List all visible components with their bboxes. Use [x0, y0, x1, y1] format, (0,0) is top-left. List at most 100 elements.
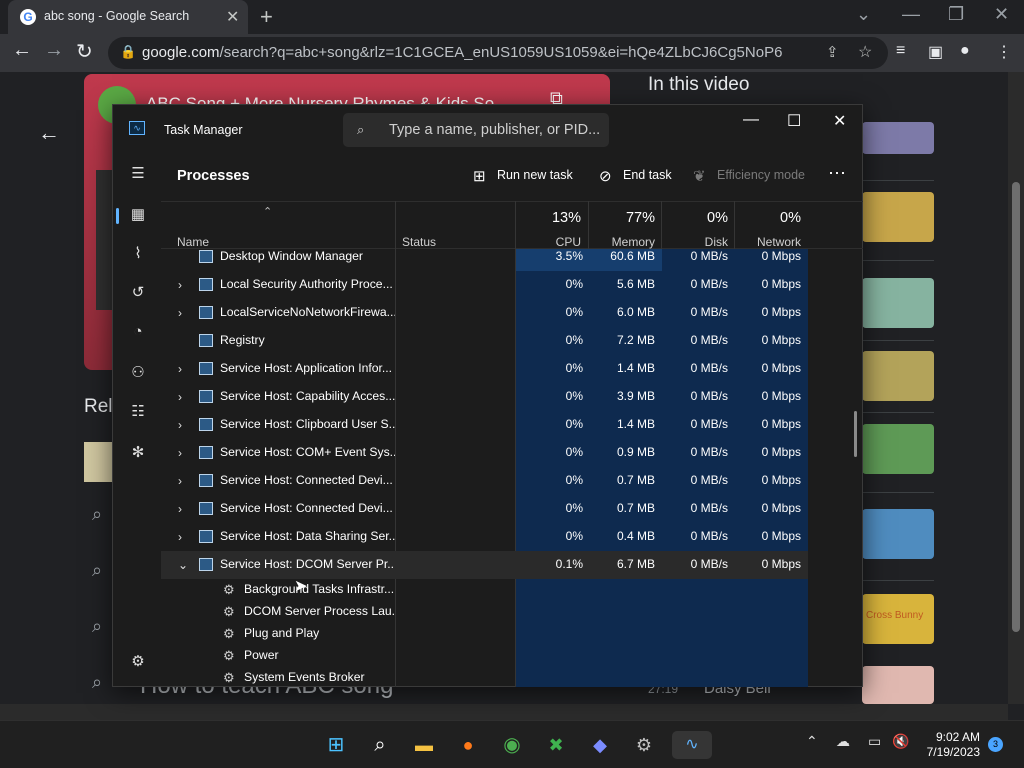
expand-chevron-icon[interactable]: › [178, 362, 182, 376]
table-row[interactable]: › Service Host: COM+ Event Sys... 0% 0.9 MB… [161, 439, 863, 467]
expand-chevron-icon[interactable]: › [178, 530, 182, 544]
column-disk[interactable]: Disk [671, 235, 728, 249]
search-icon[interactable]: ⌕ [366, 731, 394, 759]
table-row[interactable]: › Service Host: Data Sharing Ser... 0% 0.4 … [161, 523, 863, 551]
expand-chevron-icon[interactable]: › [178, 474, 182, 488]
disk-value: 0 MB/s [690, 249, 728, 263]
volume-muted-icon[interactable]: 🔇 [892, 733, 909, 750]
chapter-thumbnail[interactable] [862, 509, 934, 559]
processes-nav-icon[interactable]: ▦ [123, 200, 153, 230]
network-icon[interactable]: ▭ [868, 733, 881, 750]
close-window-icon[interactable]: ✕ [994, 4, 1009, 25]
back-arrow-icon[interactable]: ← [38, 120, 60, 146]
maximize-icon[interactable]: ☐ [787, 111, 801, 131]
show-hidden-icons-icon[interactable]: ⌃ [806, 733, 818, 750]
table-row[interactable]: › Local Security Authority Proce... 0% 5.6 … [161, 271, 863, 299]
browser-tab[interactable]: G abc song - Google Search ✕ [8, 0, 248, 34]
scrollbar-thumb[interactable] [1012, 182, 1020, 632]
media-queue-icon[interactable]: ≡ [896, 42, 905, 60]
bookmark-star-icon[interactable]: ☆ [858, 42, 872, 62]
app-history-nav-icon[interactable]: ↺ [123, 278, 153, 308]
start-icon[interactable]: ⊞ [322, 731, 350, 759]
cpu-value: 0% [565, 473, 583, 487]
chapter-thumbnail[interactable] [862, 278, 934, 328]
services-nav-icon[interactable]: ✻ [123, 438, 153, 468]
chrome-icon[interactable]: ◉ [498, 731, 526, 759]
child-service-row[interactable]: ⚙ Background Tasks Infrastr... [161, 579, 863, 601]
chapter-thumbnail[interactable] [862, 122, 934, 154]
expand-chevron-icon[interactable]: ⌄ [178, 558, 188, 572]
column-cpu[interactable]: CPU [531, 235, 581, 249]
process-search-input[interactable]: ⌕ Type a name, publisher, or PID... [343, 113, 609, 147]
startup-apps-nav-icon[interactable]: ◔ [123, 317, 153, 347]
service-gear-icon: ⚙ [223, 648, 235, 663]
system-clock[interactable]: 9:02 AM 7/19/2023 [926, 730, 980, 760]
expand-chevron-icon[interactable]: › [178, 418, 182, 432]
new-tab-icon[interactable]: + [260, 4, 273, 30]
more-options-icon[interactable]: ⋯ [828, 163, 846, 184]
vertical-scrollbar[interactable] [1008, 72, 1024, 704]
table-row[interactable]: › Service Host: Application Infor... 0% 1.4… [161, 355, 863, 383]
settings-icon[interactable]: ⚙ [630, 731, 658, 759]
notification-badge[interactable]: 3 [988, 737, 1003, 752]
forward-arrow-icon[interactable]: → [44, 39, 64, 62]
side-panel-icon[interactable]: ▣ [928, 42, 943, 62]
hamburger-menu-icon[interactable]: ☰ [123, 159, 153, 189]
close-icon[interactable]: ✕ [833, 111, 846, 131]
table-row[interactable]: › Service Host: Connected Devi... 0% 0.7 MB… [161, 495, 863, 523]
table-row[interactable]: Registry 0% 7.2 MB 0 MB/s 0 Mbps [161, 327, 863, 355]
table-row[interactable]: › LocalServiceNoNetworkFirewa... 0% 6.0 MB 0… [161, 299, 863, 327]
table-row[interactable]: › Service Host: Capability Acces... 0% 3.9 … [161, 383, 863, 411]
expand-chevron-icon[interactable]: › [178, 502, 182, 516]
details-nav-icon[interactable]: ☷ [123, 397, 153, 427]
column-name[interactable]: Name [177, 235, 209, 249]
profile-icon[interactable]: ● [960, 42, 970, 60]
child-service-row[interactable]: ⚙ Plug and Play [161, 623, 863, 645]
tab-search-icon[interactable]: ⌄ [856, 4, 871, 25]
efficiency-mode-button[interactable]: ❦ Efficiency mode [693, 167, 805, 185]
more-menu-icon[interactable]: ⋮ [996, 42, 1012, 62]
child-service-row[interactable]: ⚙ Power [161, 645, 863, 667]
run-new-task-button[interactable]: ⊞ Run new task [473, 167, 573, 185]
expand-chevron-icon[interactable]: › [178, 278, 182, 292]
address-bar[interactable]: 🔒 google.com/search?q=abc+song&rlz=1C1GC… [108, 37, 888, 69]
share-icon[interactable]: ⇪ [826, 43, 839, 61]
reload-icon[interactable]: ↻ [76, 39, 93, 64]
chapter-thumbnail[interactable]: Cross Bunny [862, 594, 934, 644]
chapter-thumbnail[interactable] [862, 192, 934, 242]
chapter-thumbnail[interactable] [862, 424, 934, 474]
back-arrow-icon[interactable]: ← [12, 39, 32, 62]
task-manager-taskbar-icon[interactable]: ∿ [672, 731, 712, 759]
performance-nav-icon[interactable]: ⌇ [123, 239, 153, 269]
scrollbar-thumb[interactable] [854, 411, 857, 457]
visual-studio-icon[interactable]: ◆ [586, 731, 614, 759]
horizontal-scrollbar[interactable] [0, 704, 1008, 720]
child-service-row[interactable]: ⚙ DCOM Server Process Lau... [161, 601, 863, 623]
table-row[interactable]: ⌄ Service Host: DCOM Server Pr... 0.1% 6.7 … [161, 551, 863, 579]
file-explorer-icon[interactable]: ▬ [410, 731, 438, 759]
chapter-thumbnail[interactable] [862, 351, 934, 401]
restore-icon[interactable]: ❐ [948, 4, 964, 25]
table-header: ⌃ Name Status 13% CPU 77% Memory 0% Disk… [161, 201, 863, 249]
related-thumbnail[interactable] [84, 442, 112, 482]
column-memory[interactable]: Memory [591, 235, 655, 249]
minimize-icon[interactable]: — [902, 4, 920, 25]
expand-chevron-icon[interactable]: › [178, 306, 182, 320]
column-status[interactable]: Status [402, 235, 436, 249]
expand-chevron-icon[interactable]: › [178, 446, 182, 460]
minimize-icon[interactable]: — [743, 111, 759, 129]
expand-chevron-icon[interactable]: › [178, 390, 182, 404]
tab-close-icon[interactable]: ✕ [226, 7, 239, 27]
settings-gear-icon[interactable]: ⚙ [123, 647, 153, 677]
chapter-thumbnail[interactable] [862, 666, 934, 704]
child-service-row[interactable]: ⚙ System Events Broker [161, 667, 863, 687]
cloud-icon[interactable]: ☁ [836, 733, 850, 750]
end-task-button[interactable]: ⊘ End task [599, 167, 672, 185]
users-nav-icon[interactable]: ⚇ [123, 358, 153, 388]
column-network[interactable]: Network [741, 235, 801, 249]
table-row[interactable]: › Service Host: Clipboard User S... 0% 1.4 … [161, 411, 863, 439]
table-row[interactable]: Desktop Window Manager 3.5% 60.6 MB 0 MB/s 0… [161, 249, 863, 271]
xbox-icon[interactable]: ✖ [542, 731, 570, 759]
table-row[interactable]: › Service Host: Connected Devi... 0% 0.7 MB… [161, 467, 863, 495]
firefox-icon[interactable]: ● [454, 731, 482, 759]
